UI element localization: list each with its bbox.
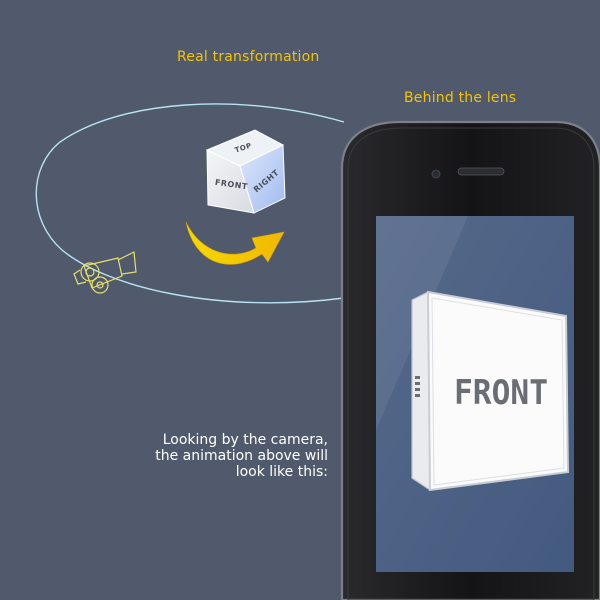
camera-orbit-path (35, 103, 345, 304)
real-transformation-label: Real transformation (177, 49, 320, 65)
curved-arrow-icon (185, 221, 285, 265)
phone-earpiece (457, 167, 505, 176)
screen-cube: FRONT (411, 290, 570, 492)
behind-the-lens-label: Behind the lens (404, 90, 517, 106)
caption-line-1: Looking by the camera, (162, 432, 328, 448)
cube-3d: TOP FRONT RIGHT (205, 129, 286, 214)
camera-view-caption: Looking by the camera, the animation abo… (108, 432, 328, 480)
screen-cube-front-label: FRONT (454, 373, 548, 413)
phone-device: FRONT (340, 120, 600, 600)
phone-front-camera (431, 169, 441, 179)
movie-camera-icon (73, 251, 137, 294)
caption-line-3: look like this: (235, 464, 328, 480)
caption-line-2: the animation above will (155, 448, 328, 464)
